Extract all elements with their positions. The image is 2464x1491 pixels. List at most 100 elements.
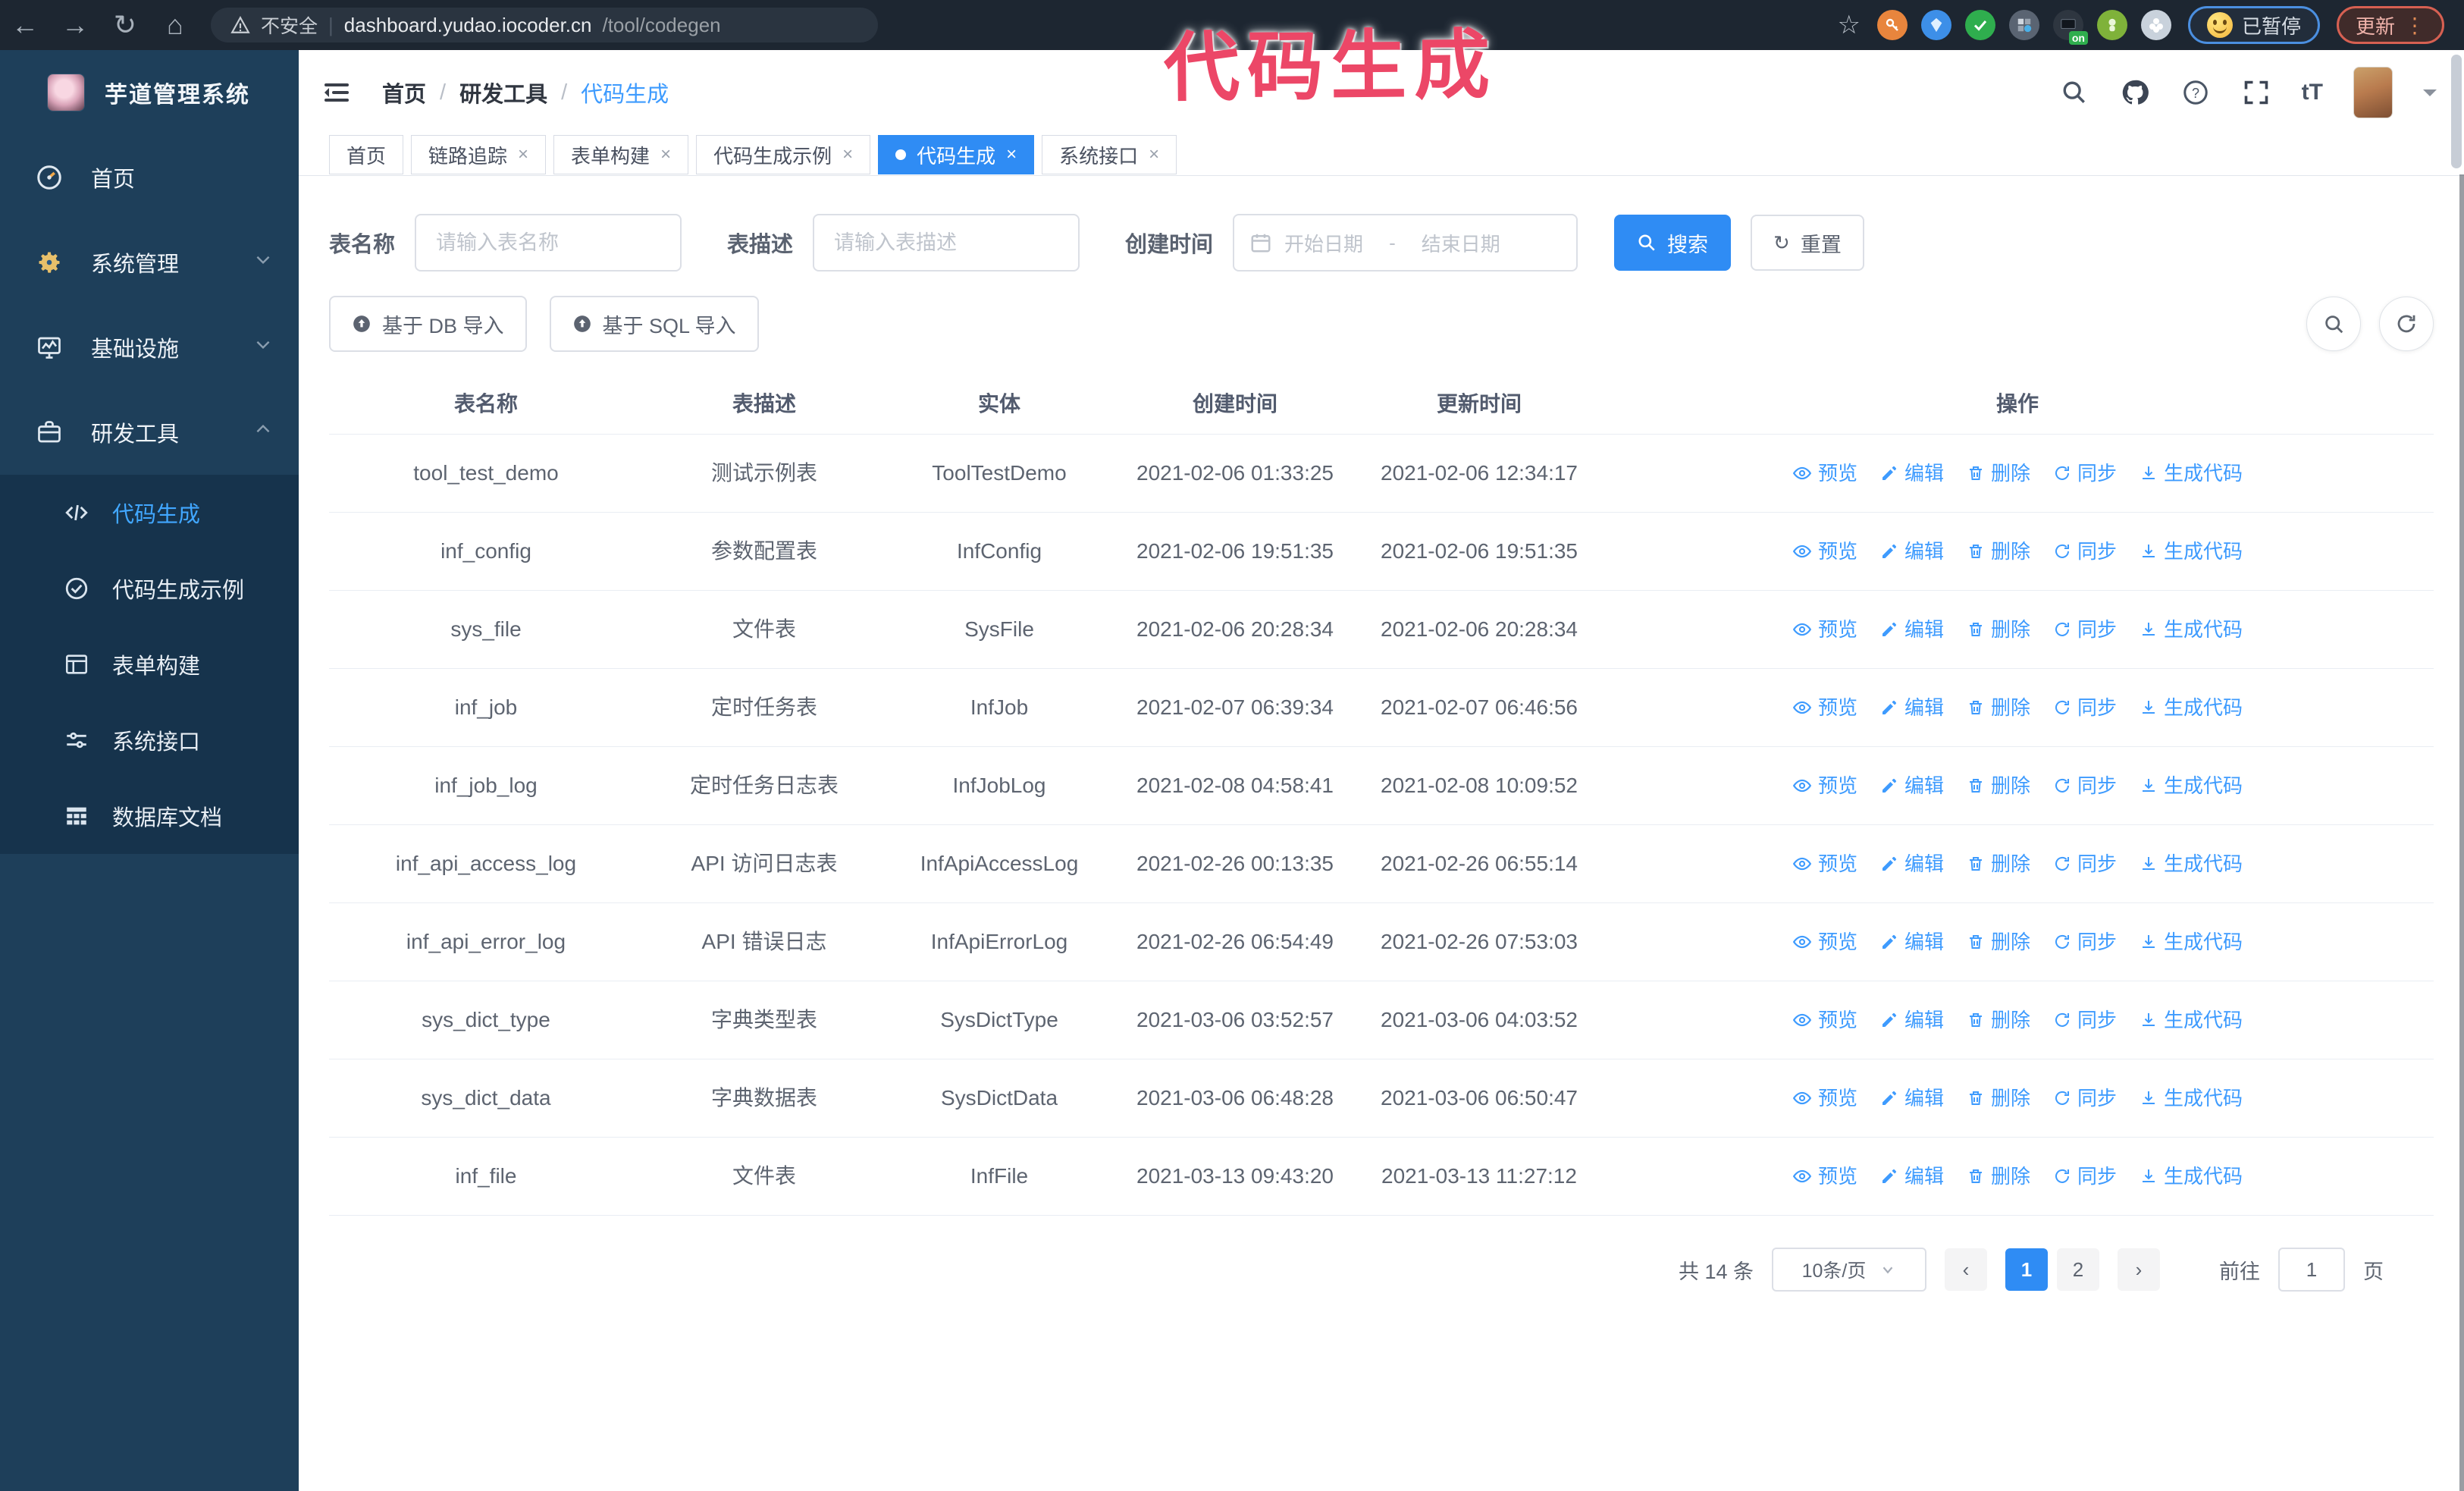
action-编辑[interactable]: 编辑 (1880, 457, 1944, 489)
prev-page-button[interactable]: ‹ (1945, 1248, 1987, 1291)
tab-代码生成示例[interactable]: 代码生成示例× (696, 135, 870, 174)
tab-链路追踪[interactable]: 链路追踪× (411, 135, 546, 174)
action-生成代码[interactable]: 生成代码 (2140, 457, 2243, 489)
scrollbar-thumb[interactable] (2451, 55, 2462, 168)
start-date-placeholder[interactable]: 开始日期 (1284, 229, 1363, 257)
toggle-search-button[interactable] (2306, 297, 2361, 351)
action-编辑[interactable]: 编辑 (1880, 770, 1944, 802)
action-同步[interactable]: 同步 (2053, 1160, 2117, 1192)
page-button-1[interactable]: 1 (2005, 1248, 2048, 1291)
import-db-button[interactable]: 基于 DB 导入 (329, 296, 527, 352)
sidebar-subitem-表单构建[interactable]: 表单构建 (0, 626, 299, 702)
sidebar-subitem-系统接口[interactable]: 系统接口 (0, 702, 299, 778)
address-bar[interactable]: 不安全 | dashboard.yudao.iocoder.cn/tool/co… (211, 8, 878, 42)
puzzle-extension-icon[interactable] (2141, 10, 2171, 40)
tab-首页[interactable]: 首页 (329, 135, 403, 174)
sidebar-item-系统管理[interactable]: 系统管理 (0, 220, 299, 305)
forward-icon[interactable]: → (50, 9, 100, 41)
action-预览[interactable]: 预览 (1792, 926, 1857, 958)
action-编辑[interactable]: 编辑 (1880, 1082, 1944, 1114)
font-size-icon[interactable]: tT (2302, 80, 2323, 105)
action-编辑[interactable]: 编辑 (1880, 926, 1944, 958)
sidebar-subitem-代码生成示例[interactable]: 代码生成示例 (0, 551, 299, 626)
search-icon[interactable] (2059, 77, 2089, 108)
action-生成代码[interactable]: 生成代码 (2140, 1160, 2243, 1192)
tab-表单构建[interactable]: 表单构建× (553, 135, 688, 174)
action-生成代码[interactable]: 生成代码 (2140, 1004, 2243, 1036)
action-生成代码[interactable]: 生成代码 (2140, 848, 2243, 880)
help-icon[interactable]: ? (2180, 77, 2211, 108)
action-删除[interactable]: 删除 (1967, 1082, 2030, 1114)
sidebar-item-研发工具[interactable]: 研发工具 (0, 390, 299, 475)
chrome-update-badge[interactable]: 更新 ⋮ (2337, 6, 2444, 44)
breadcrumb-home[interactable]: 首页 (382, 77, 426, 108)
next-page-button[interactable]: › (2118, 1248, 2160, 1291)
action-同步[interactable]: 同步 (2053, 770, 2117, 802)
tab-系统接口[interactable]: 系统接口× (1042, 135, 1177, 174)
chrome-menu-icon[interactable]: ⋮ (2404, 13, 2425, 38)
not-secure-label[interactable]: 不安全 (261, 11, 318, 39)
action-删除[interactable]: 删除 (1967, 848, 2030, 880)
sidebar-item-基础设施[interactable]: 基础设施 (0, 305, 299, 390)
back-icon[interactable]: ← (0, 9, 50, 41)
search-button[interactable]: 搜索 (1614, 215, 1731, 271)
end-date-placeholder[interactable]: 结束日期 (1422, 229, 1500, 257)
action-删除[interactable]: 删除 (1967, 614, 2030, 645)
sidebar-subitem-数据库文档[interactable]: 数据库文档 (0, 778, 299, 854)
action-删除[interactable]: 删除 (1967, 457, 2030, 489)
action-预览[interactable]: 预览 (1792, 535, 1857, 567)
check-shield-extension-icon[interactable] (1965, 10, 1995, 40)
action-同步[interactable]: 同步 (2053, 692, 2117, 724)
action-预览[interactable]: 预览 (1792, 614, 1857, 645)
reload-icon[interactable]: ↻ (100, 9, 150, 41)
close-tab-icon[interactable]: × (660, 144, 671, 165)
action-生成代码[interactable]: 生成代码 (2140, 614, 2243, 645)
page-size-select[interactable]: 10条/页 (1772, 1248, 1926, 1292)
app-logo-row[interactable]: 芋道管理系统 (0, 50, 299, 135)
action-删除[interactable]: 删除 (1967, 1160, 2030, 1192)
refresh-table-button[interactable] (2379, 297, 2434, 351)
action-预览[interactable]: 预览 (1792, 848, 1857, 880)
grid-extension-icon[interactable] (2009, 10, 2039, 40)
home-icon[interactable]: ⌂ (150, 9, 200, 41)
action-预览[interactable]: 预览 (1792, 1082, 1857, 1114)
breadcrumb-devtools[interactable]: 研发工具 (459, 77, 547, 108)
table-desc-input[interactable] (813, 214, 1080, 272)
action-编辑[interactable]: 编辑 (1880, 1160, 1944, 1192)
reset-button[interactable]: ↻ 重置 (1751, 215, 1864, 271)
action-删除[interactable]: 删除 (1967, 770, 2030, 802)
date-range-picker[interactable]: 开始日期 - 结束日期 (1233, 214, 1578, 272)
action-生成代码[interactable]: 生成代码 (2140, 1082, 2243, 1114)
close-tab-icon[interactable]: × (518, 144, 528, 165)
action-编辑[interactable]: 编辑 (1880, 535, 1944, 567)
tab-代码生成[interactable]: 代码生成× (878, 135, 1034, 174)
action-同步[interactable]: 同步 (2053, 614, 2117, 645)
action-预览[interactable]: 预览 (1792, 1160, 1857, 1192)
page-button-2[interactable]: 2 (2057, 1248, 2099, 1291)
action-删除[interactable]: 删除 (1967, 1004, 2030, 1036)
action-同步[interactable]: 同步 (2053, 848, 2117, 880)
table-name-input[interactable] (415, 214, 682, 272)
action-生成代码[interactable]: 生成代码 (2140, 770, 2243, 802)
action-同步[interactable]: 同步 (2053, 926, 2117, 958)
close-tab-icon[interactable]: × (1006, 144, 1017, 165)
action-预览[interactable]: 预览 (1792, 770, 1857, 802)
close-tab-icon[interactable]: × (842, 144, 853, 165)
alien-extension-icon[interactable] (2097, 10, 2127, 40)
action-删除[interactable]: 删除 (1967, 926, 2030, 958)
github-icon[interactable] (2120, 77, 2150, 108)
action-编辑[interactable]: 编辑 (1880, 848, 1944, 880)
bookmark-star-icon[interactable]: ☆ (1837, 10, 1860, 40)
action-编辑[interactable]: 编辑 (1880, 614, 1944, 645)
action-生成代码[interactable]: 生成代码 (2140, 692, 2243, 724)
action-预览[interactable]: 预览 (1792, 1004, 1857, 1036)
action-编辑[interactable]: 编辑 (1880, 1004, 1944, 1036)
sidebar-subitem-代码生成[interactable]: 代码生成 (0, 475, 299, 551)
action-生成代码[interactable]: 生成代码 (2140, 926, 2243, 958)
action-删除[interactable]: 删除 (1967, 535, 2030, 567)
action-同步[interactable]: 同步 (2053, 535, 2117, 567)
action-生成代码[interactable]: 生成代码 (2140, 535, 2243, 567)
action-同步[interactable]: 同步 (2053, 1082, 2117, 1114)
sidebar-item-首页[interactable]: 首页 (0, 135, 299, 220)
sidebar-fold-icon[interactable] (321, 77, 352, 108)
